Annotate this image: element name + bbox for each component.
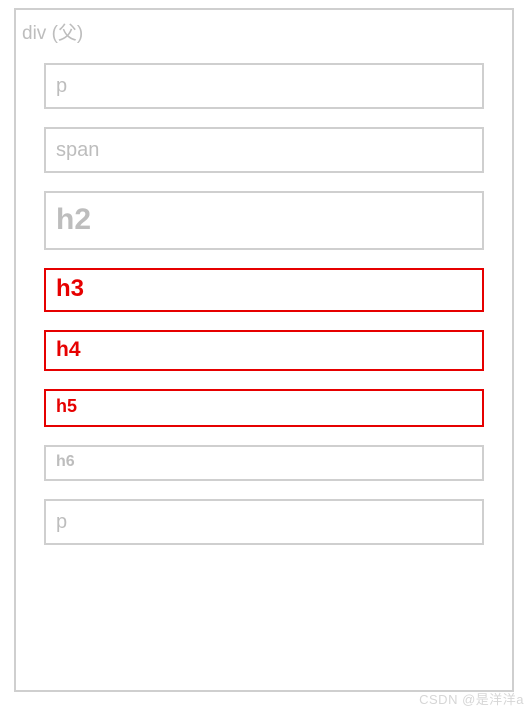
parent-div-box: div (父) p span h2 h3 h4 h5 h6 p	[14, 8, 514, 692]
watermark-text: CSDN @是洋洋a	[419, 689, 524, 708]
child-box-h4-selected: h4	[44, 330, 484, 371]
child-tag-label: h4	[56, 338, 81, 361]
child-box-p-2: p	[44, 499, 484, 545]
child-tag-label: p	[56, 75, 67, 97]
child-tag-label: p	[56, 511, 67, 533]
child-tag-label: h2	[56, 203, 91, 236]
child-box-p: p	[44, 63, 484, 109]
child-tag-label: h5	[56, 396, 77, 416]
child-box-h6: h6	[44, 445, 484, 481]
child-box-h3-selected: h3	[44, 268, 484, 312]
child-box-span: span	[44, 127, 484, 173]
child-tag-label: h3	[56, 275, 84, 302]
child-box-h2: h2	[44, 191, 484, 250]
child-tag-label: h6	[56, 453, 75, 470]
child-box-h5-selected: h5	[44, 389, 484, 427]
child-tag-label: span	[56, 139, 99, 161]
parent-label: div (父)	[22, 18, 484, 45]
